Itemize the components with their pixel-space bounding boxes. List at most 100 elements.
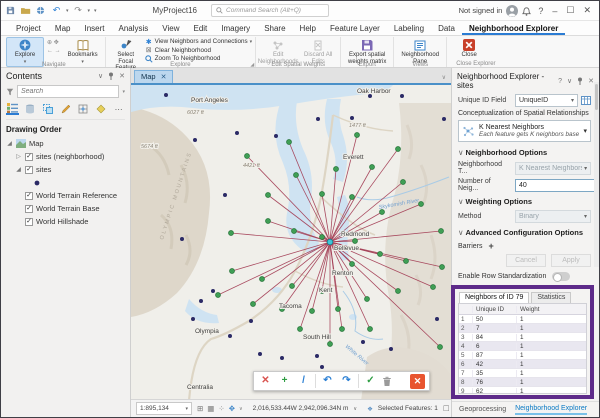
selected-features-count[interactable]: Selected Features: 1: [378, 405, 438, 412]
search-options-icon[interactable]: ▾: [122, 89, 125, 95]
neighbor-point[interactable]: [340, 327, 345, 332]
list-by-drawing-order-icon[interactable]: [6, 103, 19, 115]
list-by-selection-icon[interactable]: [41, 103, 54, 115]
layer-tree-item[interactable]: ◢Map: [6, 137, 125, 150]
neighbor-point[interactable]: [336, 307, 341, 312]
advanced-options-section[interactable]: ∨Advanced Configuration Options: [458, 228, 591, 237]
focal-point[interactable]: [327, 239, 333, 245]
ribbon-tab-help[interactable]: Help: [293, 22, 323, 35]
panel-menu-icon[interactable]: ∨: [567, 77, 572, 85]
site-point[interactable]: [389, 347, 393, 351]
site-point[interactable]: [223, 193, 227, 197]
neighbor-point[interactable]: [440, 265, 445, 270]
layer-visibility-checkbox[interactable]: ✓: [25, 153, 33, 161]
apply-button[interactable]: Apply: [551, 254, 591, 267]
table-row[interactable]: 3841: [459, 333, 586, 342]
maximize-button[interactable]: ☐: [566, 5, 574, 16]
redo-dropdown-icon[interactable]: ▾: [88, 8, 91, 14]
table-row[interactable]: 461: [459, 342, 586, 351]
site-point[interactable]: [180, 237, 184, 241]
layer-visibility-checkbox[interactable]: ✓: [25, 205, 33, 213]
results-tab-statistics[interactable]: Statistics: [531, 292, 571, 303]
site-point[interactable]: [274, 134, 278, 138]
layer-tree-item[interactable]: ◢✓sites: [6, 163, 125, 176]
site-point[interactable]: [320, 365, 324, 369]
neighbor-point[interactable]: [251, 302, 256, 307]
neighbor-point[interactable]: [290, 284, 295, 289]
site-point[interactable]: [350, 116, 354, 120]
list-by-snapping-icon[interactable]: [77, 103, 90, 115]
coords-dropdown-icon[interactable]: ∨: [353, 406, 357, 412]
site-point[interactable]: [258, 352, 262, 356]
neighbor-point[interactable]: [365, 297, 370, 302]
ribbon-tab-imagery[interactable]: Imagery: [214, 22, 257, 35]
site-point[interactable]: [211, 289, 215, 293]
table-row[interactable]: 9621: [459, 387, 586, 394]
clear-neighborhood-button[interactable]: ⊠ Clear Neighborhood: [145, 47, 253, 55]
site-point[interactable]: [316, 117, 320, 121]
neighbor-point[interactable]: [266, 193, 271, 198]
clear-selection-icon[interactable]: ☐: [443, 404, 450, 413]
panel-pin-icon[interactable]: [577, 77, 583, 85]
status-options-icon[interactable]: ∨: [239, 406, 243, 412]
previous-next-extent-icons[interactable]: ← →: [47, 48, 61, 54]
ribbon-tab-insert[interactable]: Insert: [77, 22, 111, 35]
collapse-icon[interactable]: ◢: [15, 166, 22, 173]
redo-icon[interactable]: ↷: [73, 5, 84, 16]
site-point[interactable]: [228, 334, 232, 338]
ribbon-tab-feature-layer[interactable]: Feature Layer: [323, 22, 387, 35]
neighbor-point[interactable]: [396, 289, 401, 294]
site-point[interactable]: [435, 317, 439, 321]
view-tabs-menu-icon[interactable]: ∨: [440, 74, 448, 83]
delete-sketch-icon[interactable]: ✕: [258, 372, 273, 390]
site-point[interactable]: [315, 354, 319, 358]
neighbor-point[interactable]: [334, 167, 339, 172]
header-weight[interactable]: Weight: [516, 306, 586, 313]
site-point[interactable]: [249, 319, 253, 323]
close-tool-icon[interactable]: ✕: [410, 374, 425, 389]
layer-tree-item[interactable]: [6, 176, 125, 189]
neighbor-point[interactable]: [439, 229, 444, 234]
ribbon-tab-neighborhood-explorer[interactable]: Neighborhood Explorer: [462, 22, 565, 35]
neighborhood-type-combo[interactable]: K Nearest Neighbors ▾: [515, 162, 591, 175]
conceptualization-combo[interactable]: K Nearest Neighbors Each feature gets K …: [458, 120, 591, 142]
line-tool-icon[interactable]: /: [296, 372, 311, 390]
notifications-bell-icon[interactable]: [522, 6, 531, 16]
ribbon-tab-project[interactable]: Project: [9, 22, 48, 35]
neighbor-point[interactable]: [350, 195, 355, 200]
map-canvas[interactable]: OLYMPIC MOUNTAINSPort AngelesOak HarborE…: [131, 83, 451, 399]
neighbor-point[interactable]: [216, 293, 221, 298]
avatar[interactable]: [506, 5, 518, 17]
table-row[interactable]: 6421: [459, 360, 586, 369]
neighbor-point[interactable]: [245, 154, 250, 159]
ribbon-tab-edit[interactable]: Edit: [186, 22, 214, 35]
field-table-icon[interactable]: [581, 96, 591, 105]
layers-status-icon[interactable]: ⊞: [197, 404, 203, 413]
layer-tree-item[interactable]: ✓World Terrain Base: [6, 202, 125, 215]
neighbor-point[interactable]: [438, 345, 443, 350]
neighbor-point[interactable]: [378, 252, 383, 257]
site-point[interactable]: [361, 340, 365, 344]
list-by-editing-icon[interactable]: [59, 103, 72, 115]
full-extent-icon[interactable]: ⊕ ✥: [47, 39, 61, 46]
minimize-button[interactable]: –: [552, 6, 557, 16]
close-explorer-button[interactable]: Close: [450, 37, 488, 61]
close-map-tab-icon[interactable]: ✕: [161, 73, 167, 81]
site-point[interactable]: [400, 94, 404, 98]
neighbor-point[interactable]: [229, 231, 234, 236]
number-of-neighbors-input[interactable]: [515, 179, 600, 192]
neighbor-point[interactable]: [353, 239, 358, 244]
site-point[interactable]: [191, 317, 195, 321]
pin-icon[interactable]: [108, 72, 114, 80]
neighbor-point[interactable]: [287, 140, 292, 145]
undo-icon[interactable]: ↶: [51, 5, 62, 16]
neighbor-point[interactable]: [401, 180, 406, 185]
layer-visibility-checkbox[interactable]: ✓: [25, 218, 33, 226]
neighbor-point[interactable]: [320, 235, 325, 240]
neighbor-point[interactable]: [350, 262, 355, 267]
layer-tree-item[interactable]: ✓World Terrain Reference: [6, 189, 125, 202]
panel-help-icon[interactable]: ?: [558, 78, 562, 85]
neighbor-point[interactable]: [404, 259, 409, 264]
layer-visibility-checkbox[interactable]: ✓: [25, 166, 33, 174]
site-point[interactable]: [193, 138, 197, 142]
